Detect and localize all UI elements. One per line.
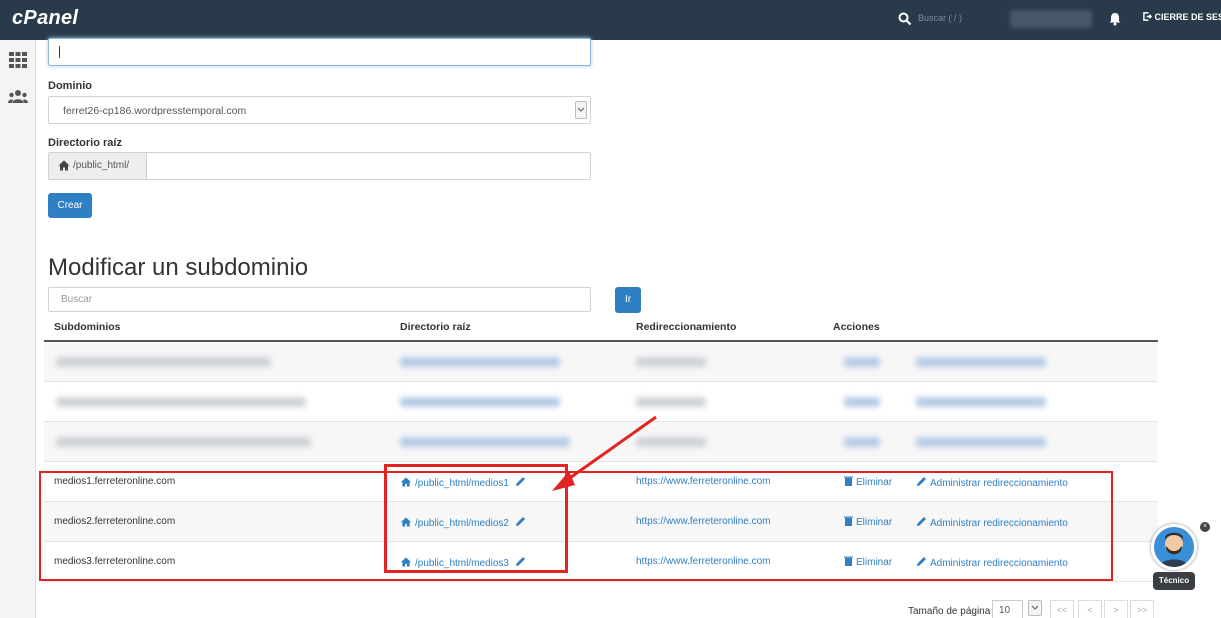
prev-page-button[interactable]: < (1078, 600, 1102, 618)
page-size-select[interactable]: 10 (992, 600, 1023, 618)
chat-label: Técnico (1153, 572, 1195, 590)
last-page-button[interactable]: >> (1130, 600, 1154, 618)
annotation-arrow (552, 415, 657, 491)
page-size-label: Tamaño de página (908, 606, 991, 617)
avatar[interactable] (1151, 524, 1197, 570)
next-page-button[interactable]: > (1104, 600, 1128, 618)
technician-avatar-icon (1160, 532, 1188, 567)
first-page-button[interactable]: << (1050, 600, 1074, 618)
chevron-down-icon[interactable] (1028, 600, 1042, 616)
close-icon[interactable]: × (1200, 522, 1210, 532)
support-chat-widget[interactable]: Técnico × (1149, 522, 1210, 594)
